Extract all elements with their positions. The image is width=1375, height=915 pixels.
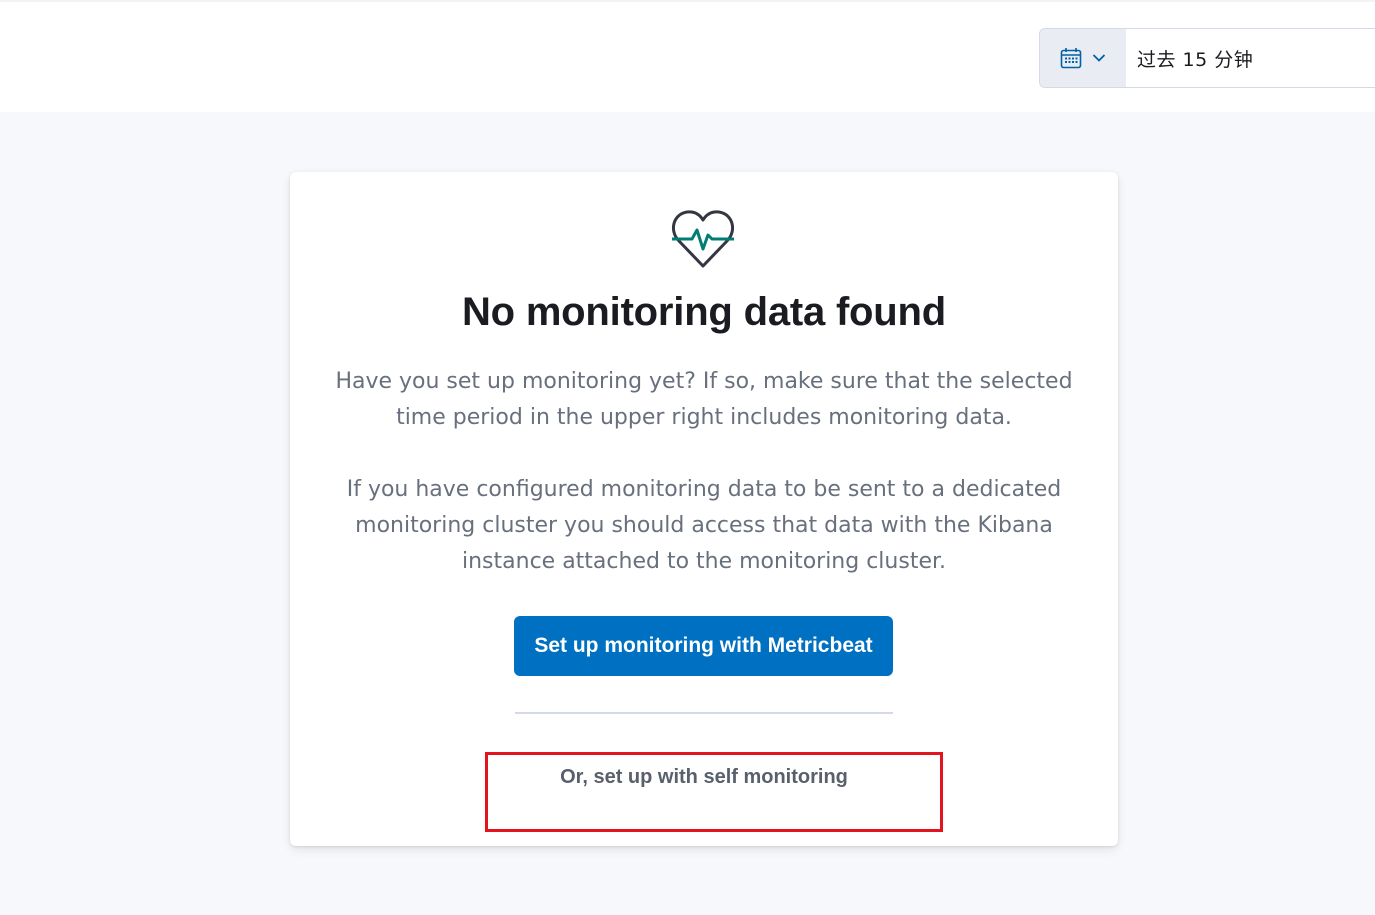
description-paragraph: Have you set up monitoring yet? If so, m…	[335, 369, 1073, 430]
self-monitoring-link[interactable]: Or, set up with self monitoring	[485, 766, 923, 789]
chevron-down-icon	[1092, 53, 1106, 63]
top-header-bar: 过去 15 分钟	[0, 0, 1375, 112]
empty-state-panel: No monitoring data found Have you set up…	[290, 172, 1118, 846]
empty-state-description: Have you set up monitoring yet? If so, m…	[320, 364, 1088, 580]
divider	[515, 712, 893, 714]
highlight-annotation	[485, 752, 943, 832]
calendar-icon	[1060, 47, 1082, 69]
page-title: No monitoring data found	[461, 290, 946, 334]
date-picker[interactable]: 过去 15 分钟	[1039, 28, 1375, 88]
setup-metricbeat-button[interactable]: Set up monitoring with Metricbeat	[514, 616, 893, 676]
quick-select-button[interactable]	[1040, 29, 1126, 87]
description-paragraph: If you have configured monitoring data t…	[346, 477, 1062, 574]
date-range-text[interactable]: 过去 15 分钟	[1126, 29, 1253, 87]
heartbeat-icon	[670, 208, 736, 270]
